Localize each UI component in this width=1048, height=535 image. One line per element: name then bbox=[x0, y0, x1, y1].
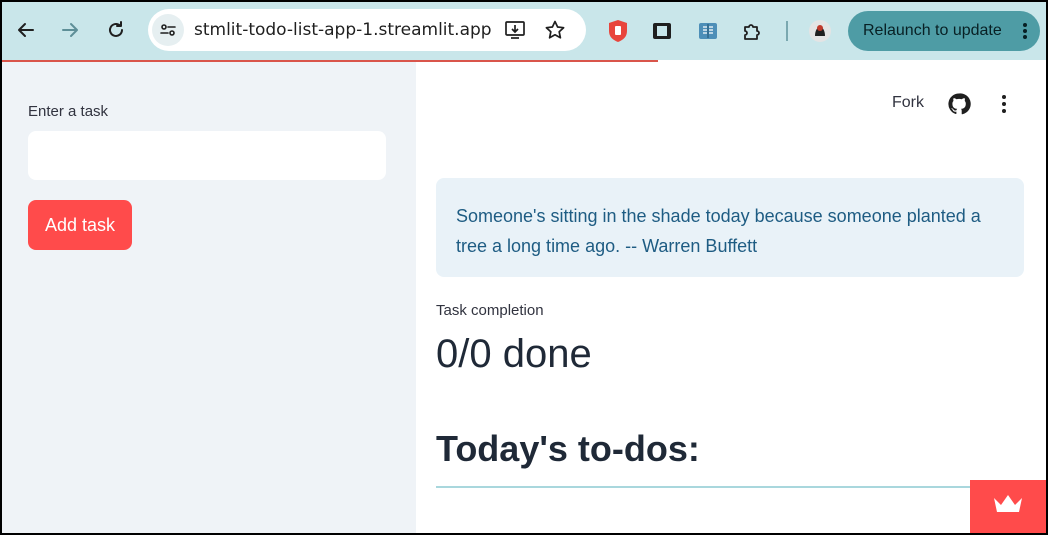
streamlit-badge[interactable] bbox=[970, 480, 1046, 533]
address-bar[interactable]: stmlit-todo-list-app-1.streamlit.app bbox=[148, 9, 586, 51]
forward-arrow-icon[interactable] bbox=[56, 16, 84, 44]
info-quote-box: Someone's sitting in the shade today bec… bbox=[436, 178, 1024, 277]
extension-shield-icon[interactable] bbox=[606, 19, 630, 43]
back-arrow-icon[interactable] bbox=[12, 16, 40, 44]
chrome-menu-icon[interactable] bbox=[1022, 21, 1028, 46]
task-input-label: Enter a task bbox=[28, 103, 109, 120]
browser-window: stmlit-todo-list-app-1.streamlit.app Rel… bbox=[2, 2, 1046, 533]
star-icon[interactable] bbox=[544, 19, 566, 41]
relaunch-button[interactable]: Relaunch to update bbox=[848, 11, 1040, 51]
github-icon[interactable] bbox=[947, 92, 971, 116]
extension-reader-icon[interactable] bbox=[650, 19, 674, 43]
fork-link[interactable]: Fork bbox=[892, 94, 924, 112]
todos-heading: Today's to-dos: bbox=[436, 428, 700, 469]
metric-value: 0/0 done bbox=[436, 332, 592, 376]
metric-label: Task completion bbox=[436, 302, 544, 319]
toolbar-separator bbox=[786, 21, 788, 41]
quote-text: Someone's sitting in the shade today bec… bbox=[456, 206, 981, 256]
install-app-icon[interactable] bbox=[504, 19, 526, 41]
extensions-puzzle-icon[interactable] bbox=[740, 19, 764, 43]
url-text[interactable]: stmlit-todo-list-app-1.streamlit.app bbox=[194, 20, 492, 40]
crown-icon bbox=[991, 493, 1025, 520]
add-task-button[interactable]: Add task bbox=[28, 200, 132, 250]
heading-divider bbox=[436, 486, 1024, 488]
extension-book-icon[interactable] bbox=[696, 19, 720, 43]
relaunch-label: Relaunch to update bbox=[863, 22, 1002, 39]
more-vertical-icon[interactable] bbox=[994, 92, 1014, 116]
browser-toolbar: stmlit-todo-list-app-1.streamlit.app Rel… bbox=[2, 2, 1046, 60]
profile-avatar-icon[interactable] bbox=[808, 19, 832, 43]
reload-icon[interactable] bbox=[102, 16, 130, 44]
task-input[interactable] bbox=[28, 131, 386, 180]
site-settings-icon[interactable] bbox=[152, 14, 184, 46]
